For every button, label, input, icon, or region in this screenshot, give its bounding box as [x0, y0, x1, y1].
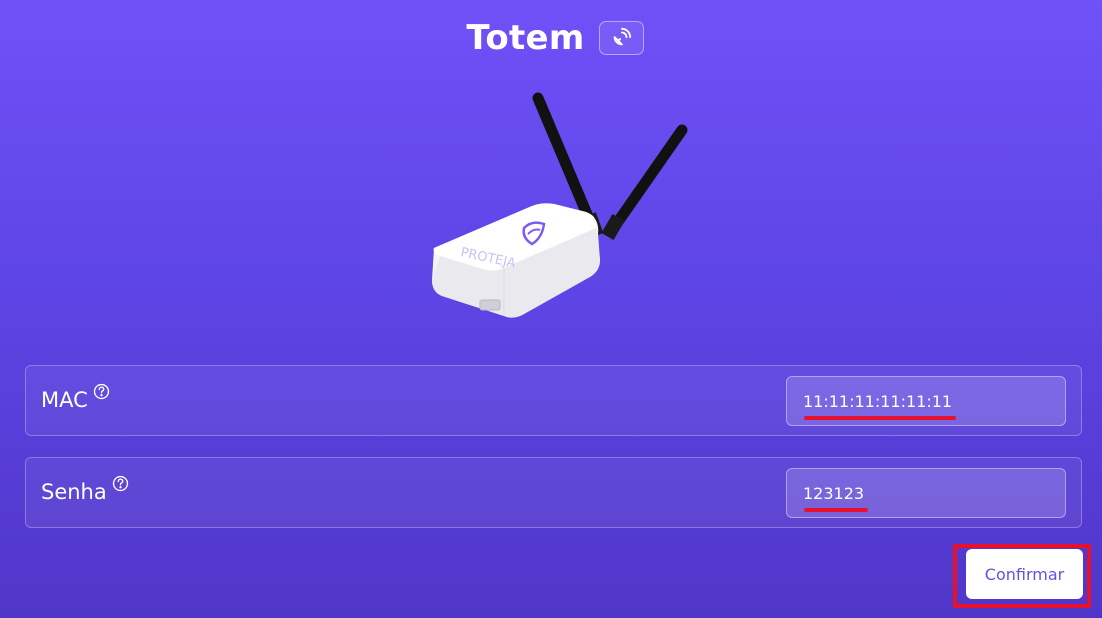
question-circle-icon[interactable] [112, 475, 129, 492]
mac-input[interactable]: 11:11:11:11:11:11 [786, 376, 1066, 426]
question-circle-icon[interactable] [93, 383, 110, 400]
device-image: PROTEJA [420, 88, 700, 338]
senha-input[interactable]: 123123 [786, 468, 1066, 518]
senha-value: 123123 [803, 483, 869, 512]
router-illustration: PROTEJA [432, 92, 688, 318]
senha-row: Senha 123123 [25, 457, 1082, 528]
senha-label: Senha [41, 480, 107, 504]
page-title: Totem [466, 18, 585, 58]
mac-row: MAC 11:11:11:11:11:11 [25, 365, 1082, 436]
mac-value: 11:11:11:11:11:11 [803, 391, 957, 420]
satellite-dish-icon [613, 27, 632, 46]
satellite-dish-button[interactable] [598, 21, 644, 55]
page-header: Totem [0, 18, 1102, 58]
confirm-button[interactable]: Confirmar [966, 549, 1083, 599]
mac-label: MAC [41, 388, 88, 412]
